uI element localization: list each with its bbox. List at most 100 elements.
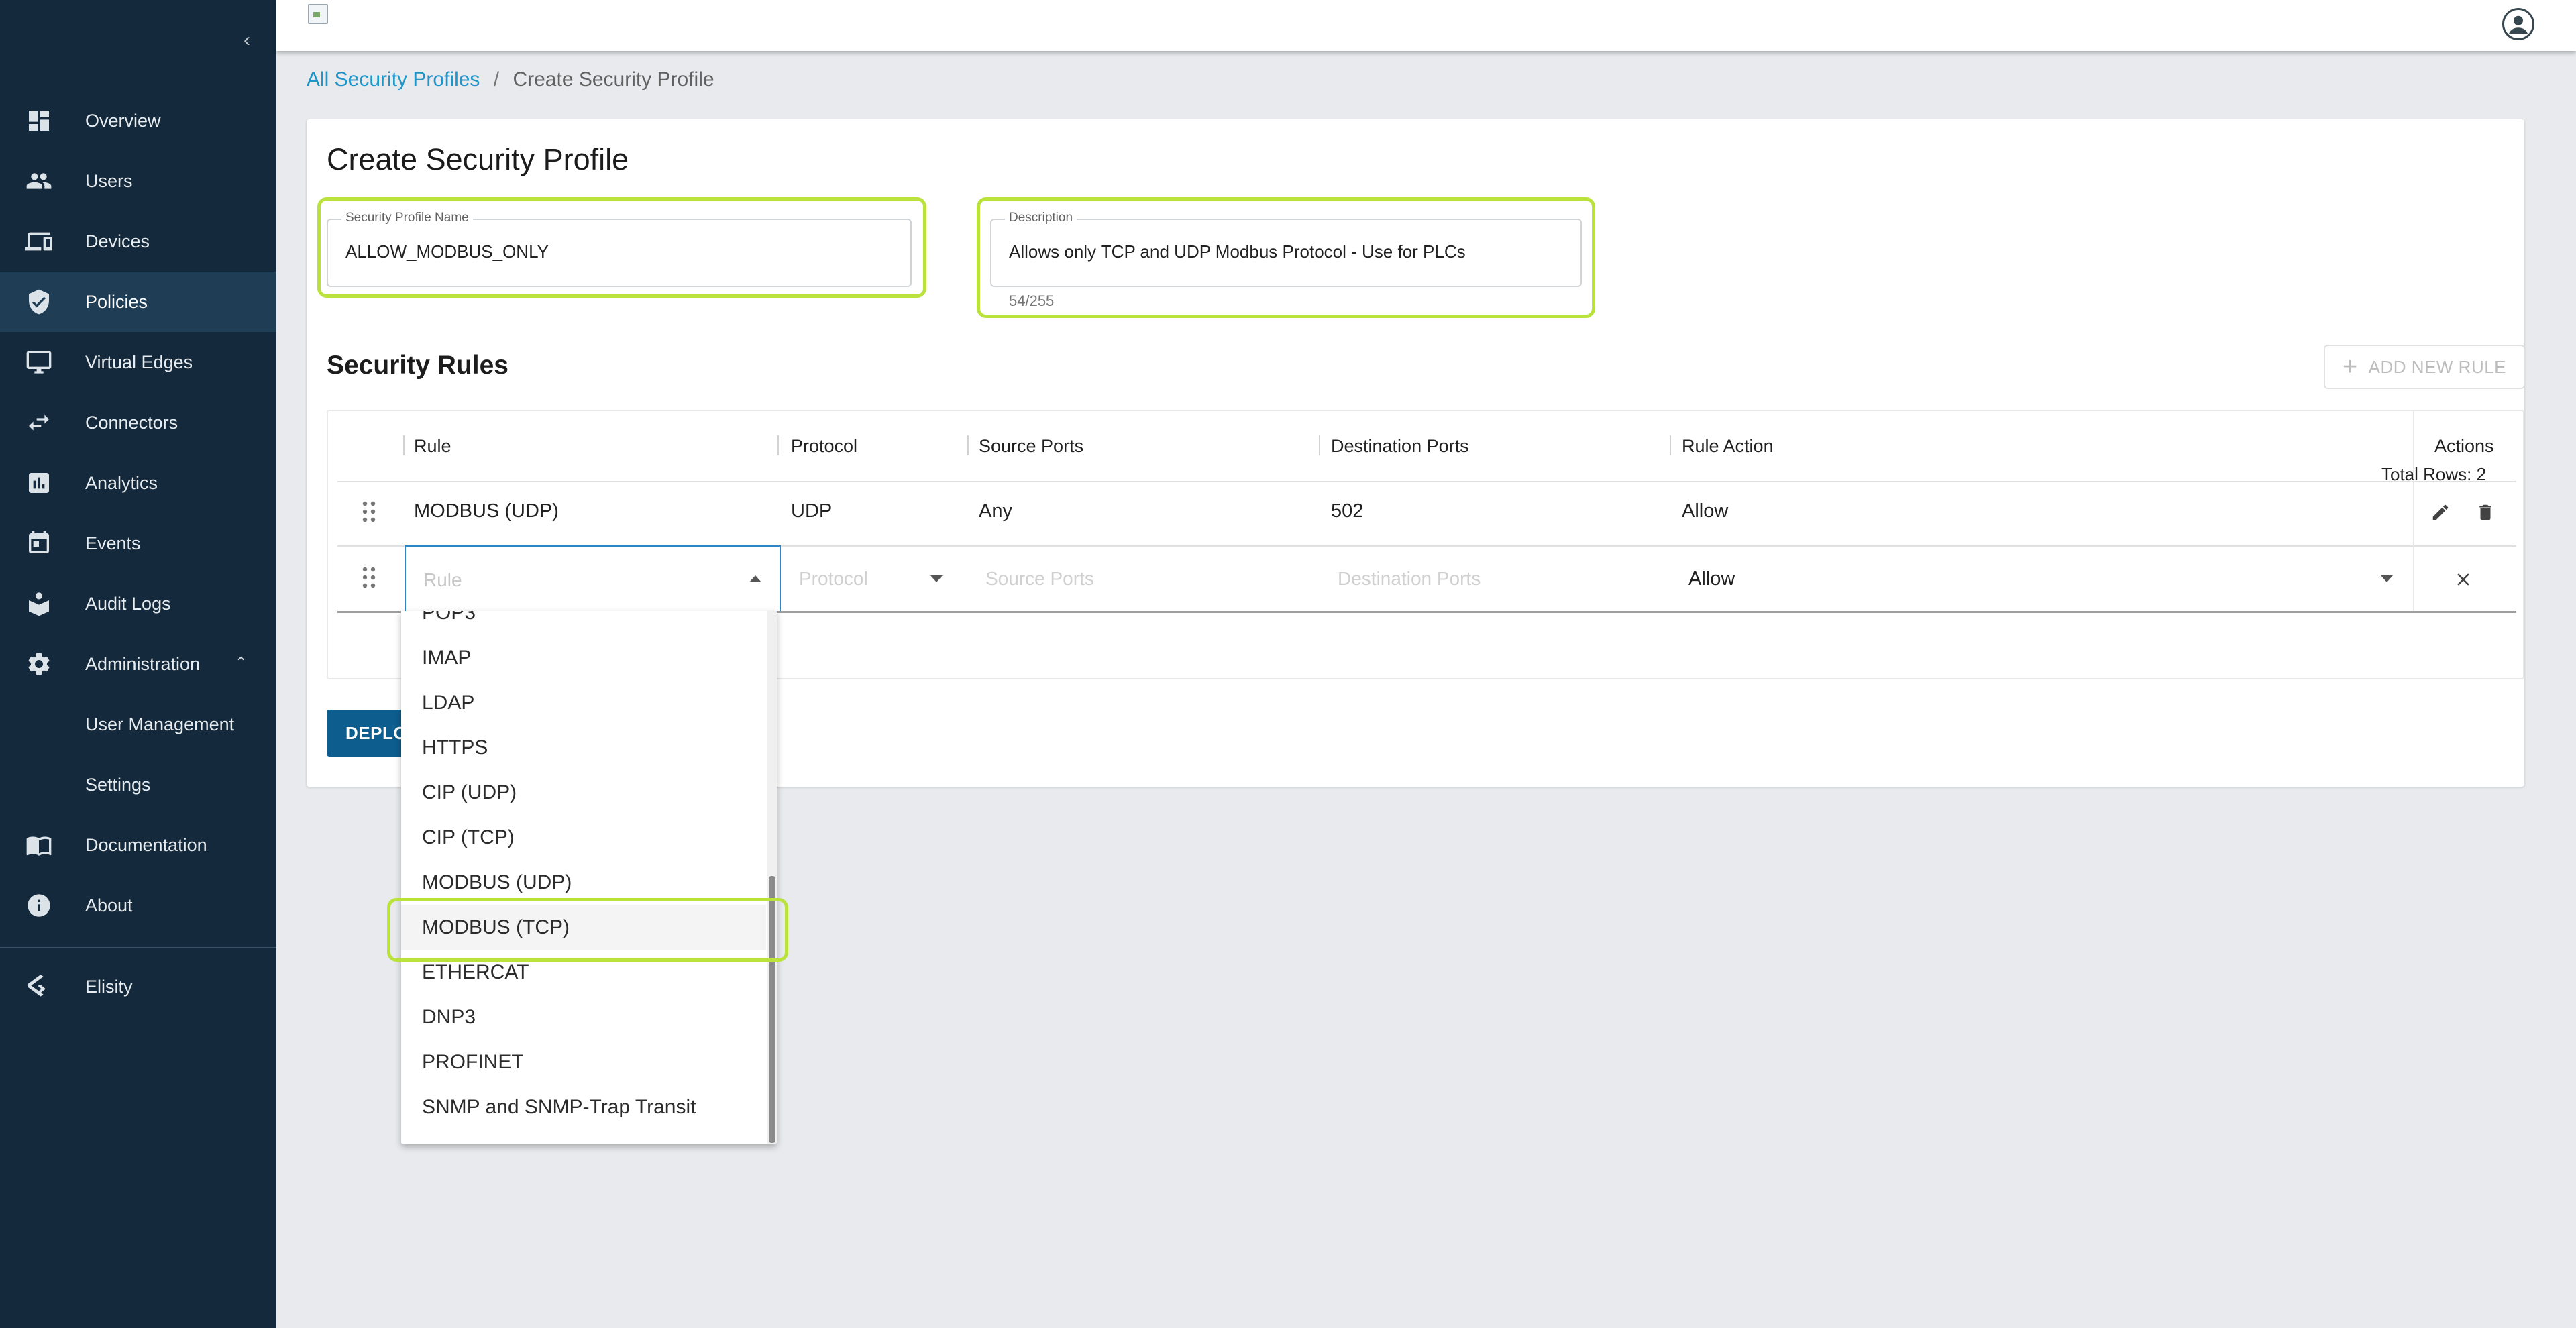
sidebar-item-virtual-edges[interactable]: Virtual Edges	[0, 332, 276, 392]
description-field[interactable]: Description Allows only TCP and UDP Modb…	[990, 211, 1582, 287]
account-circle-icon	[2504, 10, 2532, 38]
rule-action-select[interactable]: Allow	[1688, 568, 1735, 590]
user-avatar[interactable]	[2502, 8, 2534, 40]
breadcrumb-all-security-profiles-link[interactable]: All Security Profiles	[307, 68, 480, 91]
sidebar-item-about[interactable]: About	[0, 875, 276, 936]
source-ports-input[interactable]: Source Ports	[985, 568, 1094, 590]
rule-select-placeholder: Rule	[423, 569, 462, 590]
shield-check-icon	[25, 289, 52, 315]
close-icon[interactable]	[2453, 569, 2473, 590]
sidebar-item-overview[interactable]: Overview	[0, 91, 276, 151]
sidebar-item-label: Settings	[85, 774, 151, 795]
sidebar-item-label: Devices	[85, 231, 150, 252]
security-rules-title: Security Rules	[327, 351, 508, 380]
rule-select[interactable]: Rule	[405, 545, 781, 612]
rule-option-pop3[interactable]: POP3	[401, 611, 766, 635]
column-header-destination-ports[interactable]: Destination Ports	[1331, 411, 1469, 481]
description-char-count: 54/255	[1009, 292, 1055, 309]
security-profile-name-field[interactable]: Security Profile Name ALLOW_MODBUS_ONLY	[327, 211, 912, 287]
column-separator	[777, 435, 779, 455]
sidebar-item-analytics[interactable]: Analytics	[0, 453, 276, 513]
sidebar-item-label: Audit Logs	[85, 593, 171, 614]
column-header-source-ports[interactable]: Source Ports	[979, 411, 1083, 481]
sidebar-item-label: Connectors	[85, 412, 178, 433]
cell-source-ports: Any	[979, 500, 1012, 522]
column-header-protocol[interactable]: Protocol	[791, 411, 857, 481]
column-separator	[403, 435, 405, 455]
collapse-sidebar-button[interactable]: ‹	[239, 27, 255, 54]
edit-pencil-icon[interactable]	[2430, 502, 2451, 522]
column-separator	[967, 435, 969, 455]
devices-icon	[25, 229, 52, 254]
rule-option-cip-tcp[interactable]: CIP (TCP)	[401, 815, 766, 860]
chevron-up-icon: ⌃	[235, 654, 248, 671]
rule-option-dnp3[interactable]: DNP3	[401, 995, 766, 1040]
column-separator	[1670, 435, 1671, 455]
rule-option-https[interactable]: HTTPS	[401, 725, 766, 770]
security-profile-name-value: ALLOW_MODBUS_ONLY	[345, 241, 549, 262]
monitor-icon	[25, 349, 52, 375]
rule-option-modbus-tcp[interactable]: MODBUS (TCP)	[401, 905, 766, 950]
sidebar-item-events[interactable]: Events	[0, 513, 276, 573]
sidebar-divider	[0, 947, 276, 948]
sidebar-item-settings[interactable]: Settings	[0, 755, 276, 815]
rule-option-ldap[interactable]: LDAP	[401, 680, 766, 725]
description-label: Description	[1005, 211, 1077, 225]
cell-destination-ports: 502	[1331, 500, 1364, 522]
drag-handle-icon[interactable]	[362, 567, 376, 588]
row-divider	[337, 481, 2516, 482]
swap-arrows-icon	[25, 410, 52, 435]
protocol-select-placeholder[interactable]: Protocol	[799, 568, 868, 590]
sidebar-item-devices[interactable]: Devices	[0, 211, 276, 272]
plus-icon: +	[2342, 353, 2358, 381]
elisity-logo-icon	[25, 974, 52, 999]
rule-option-snmp[interactable]: SNMP and SNMP-Trap Transit	[401, 1085, 766, 1129]
actions-column-divider	[2413, 411, 2414, 612]
column-header-rule-action[interactable]: Rule Action	[1682, 411, 1774, 481]
drag-handle-icon[interactable]	[362, 501, 376, 522]
broken-image-icon	[308, 4, 328, 24]
sidebar-item-documentation[interactable]: Documentation	[0, 815, 276, 875]
sidebar-item-label: Elisity	[85, 976, 133, 997]
rule-action-caret-down-icon[interactable]	[2381, 575, 2393, 582]
rule-option-cip-udp[interactable]: CIP (UDP)	[401, 770, 766, 815]
sidebar-item-label: Analytics	[85, 472, 158, 493]
protocol-caret-down-icon[interactable]	[930, 575, 943, 582]
column-header-rule[interactable]: Rule	[414, 411, 451, 481]
analytics-icon	[25, 470, 52, 496]
sidebar-item-user-management[interactable]: User Management	[0, 694, 276, 755]
calendar-icon	[25, 531, 52, 556]
breadcrumb-separator: /	[493, 68, 500, 91]
audit-log-icon	[25, 591, 52, 616]
sidebar-item-administration[interactable]: Administration ⌃	[0, 634, 276, 694]
sidebar-item-label: Users	[85, 170, 133, 191]
sidebar-item-connectors[interactable]: Connectors	[0, 392, 276, 453]
delete-trash-icon[interactable]	[2475, 502, 2496, 522]
rule-option-ethercat[interactable]: ETHERCAT	[401, 950, 766, 995]
sidebar: ‹ Overview Users Devices Policies Virtua…	[0, 0, 276, 1328]
cell-rule-action: Allow	[1682, 500, 1729, 522]
dashboard-icon	[25, 108, 52, 133]
rule-option-imap[interactable]: IMAP	[401, 635, 766, 680]
description-value: Allows only TCP and UDP Modbus Protocol …	[1009, 241, 1466, 262]
add-new-rule-button[interactable]: + ADD NEW RULE	[2324, 345, 2525, 389]
sidebar-item-label: Events	[85, 533, 141, 553]
sidebar-item-users[interactable]: Users	[0, 151, 276, 211]
top-bar	[276, 0, 2576, 51]
dropdown-scrollbar-thumb[interactable]	[769, 876, 775, 1143]
add-new-rule-label: ADD NEW RULE	[2368, 356, 2507, 377]
sidebar-item-elisity[interactable]: Elisity	[0, 956, 276, 1017]
sidebar-item-label: Administration	[85, 653, 201, 674]
total-rows-count: Total Rows: 2	[2381, 464, 2487, 484]
security-profile-name-label: Security Profile Name	[341, 211, 473, 225]
rule-option-profinet[interactable]: PROFINET	[401, 1040, 766, 1085]
sidebar-item-audit-logs[interactable]: Audit Logs	[0, 573, 276, 634]
destination-ports-input[interactable]: Destination Ports	[1338, 568, 1481, 590]
caret-up-icon	[749, 575, 761, 582]
users-icon	[25, 168, 52, 194]
sidebar-item-label: About	[85, 895, 133, 916]
info-icon	[25, 893, 52, 918]
sidebar-item-policies[interactable]: Policies	[0, 272, 276, 332]
cell-protocol: UDP	[791, 500, 833, 522]
rule-option-modbus-udp[interactable]: MODBUS (UDP)	[401, 860, 766, 905]
